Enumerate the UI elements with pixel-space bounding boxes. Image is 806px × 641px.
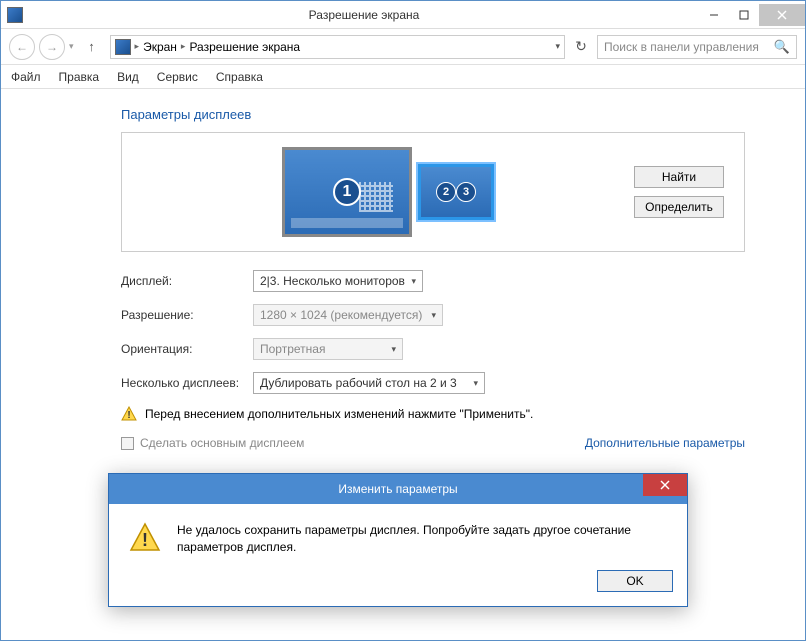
multiple-value: Дублировать рабочий стол на 2 и 3 (260, 376, 457, 390)
primary-display-row: Сделать основным дисплеем Дополнительные… (121, 436, 745, 450)
resolution-row: Разрешение: 1280 × 1024 (рекомендуется) … (121, 304, 745, 326)
monitor-1-grid-icon (359, 182, 393, 212)
warning-icon: ! (129, 522, 161, 554)
dialog-title: Изменить параметры (338, 482, 457, 496)
display-row: Дисплей: 2|3. Несколько мониторов ▾ (121, 270, 745, 292)
close-button[interactable] (759, 4, 805, 26)
multiple-displays-row: Несколько дисплеев: Дублировать рабочий … (121, 372, 745, 394)
chevron-down-icon: ▾ (411, 276, 416, 287)
menu-service[interactable]: Сервис (157, 70, 198, 84)
refresh-button[interactable]: ↻ (569, 35, 593, 59)
multiple-displays-select[interactable]: Дублировать рабочий стол на 2 и 3 ▾ (253, 372, 485, 394)
menu-help[interactable]: Справка (216, 70, 263, 84)
menu-bar: Файл Правка Вид Сервис Справка (1, 65, 805, 89)
svg-text:!: ! (142, 530, 148, 550)
display-value: 2|3. Несколько мониторов (260, 274, 405, 288)
detect-button[interactable]: Определить (634, 196, 724, 218)
dialog-message: Не удалось сохранить параметры дисплея. … (177, 522, 667, 556)
apply-warning: ! Перед внесением дополнительных изменен… (121, 406, 745, 422)
address-dropdown-icon[interactable]: ▾ (555, 41, 560, 52)
dialog-titlebar: Изменить параметры (109, 474, 687, 504)
monitor-1[interactable]: 1 (282, 147, 412, 237)
menu-view[interactable]: Вид (117, 70, 139, 84)
dialog-footer: OK (109, 570, 687, 606)
display-icon (115, 39, 131, 55)
monitor-1-taskbar (291, 218, 403, 228)
search-placeholder: Поиск в панели управления (604, 40, 759, 54)
chevron-down-icon: ▾ (431, 310, 436, 321)
search-icon: 🔍 (774, 39, 790, 55)
resolution-label: Разрешение: (121, 308, 253, 322)
resolution-value: 1280 × 1024 (рекомендуется) (260, 308, 422, 322)
breadcrumb-resolution[interactable]: Разрешение экрана (189, 40, 300, 54)
search-input[interactable]: Поиск в панели управления 🔍 (597, 35, 797, 59)
address-bar[interactable]: ▸ Экран ▸ Разрешение экрана ▾ (110, 35, 565, 59)
titlebar: Разрешение экрана (1, 1, 805, 29)
forward-button[interactable]: → (39, 34, 65, 60)
monitors-preview[interactable]: 1 2 3 (142, 147, 634, 237)
monitor-2-3[interactable]: 2 3 (418, 164, 494, 220)
chevron-right-icon: ▸ (181, 41, 186, 52)
svg-text:!: ! (127, 410, 130, 421)
monitor-2-number: 2 (436, 182, 456, 202)
menu-edit[interactable]: Правка (59, 70, 100, 84)
orientation-row: Ориентация: Портретная ▾ (121, 338, 745, 360)
window-title: Разрешение экрана (29, 8, 699, 22)
orientation-label: Ориентация: (121, 342, 253, 356)
back-button[interactable]: ← (9, 34, 35, 60)
resolution-select: 1280 × 1024 (рекомендуется) ▾ (253, 304, 443, 326)
orientation-value: Портретная (260, 342, 325, 356)
primary-display-checkbox (121, 437, 134, 450)
page-heading: Параметры дисплеев (121, 107, 745, 122)
find-button[interactable]: Найти (634, 166, 724, 188)
warning-text: Перед внесением дополнительных изменений… (145, 407, 533, 421)
chevron-down-icon: ▾ (473, 378, 478, 389)
error-dialog: Изменить параметры ! Не удалось сохранит… (108, 473, 688, 607)
up-button[interactable]: ↑ (82, 37, 102, 57)
advanced-settings-link[interactable]: Дополнительные параметры (585, 436, 745, 450)
ok-button[interactable]: OK (597, 570, 673, 592)
navigation-bar: ← → ▾ ↑ ▸ Экран ▸ Разрешение экрана ▾ ↻ … (1, 29, 805, 65)
display-label: Дисплей: (121, 274, 253, 288)
dialog-close-button[interactable] (643, 474, 687, 496)
primary-display-label: Сделать основным дисплеем (140, 436, 304, 450)
breadcrumb-screen[interactable]: Экран (143, 40, 177, 54)
multiple-label: Несколько дисплеев: (121, 376, 253, 390)
display-arrangement-box: 1 2 3 Найти Определить (121, 132, 745, 252)
arrangement-buttons: Найти Определить (634, 166, 724, 218)
warning-icon: ! (121, 406, 137, 422)
chevron-right-icon: ▸ (135, 41, 140, 52)
minimize-button[interactable] (699, 4, 729, 26)
history-dropdown-icon[interactable]: ▾ (69, 41, 74, 52)
display-select[interactable]: 2|3. Несколько мониторов ▾ (253, 270, 423, 292)
orientation-select: Портретная ▾ (253, 338, 403, 360)
monitor-1-number: 1 (333, 178, 361, 206)
menu-file[interactable]: Файл (11, 70, 41, 84)
dialog-body: ! Не удалось сохранить параметры дисплея… (109, 504, 687, 570)
window-controls (699, 4, 805, 26)
window-icon (7, 7, 23, 23)
chevron-down-icon: ▾ (391, 344, 396, 355)
monitor-3-number: 3 (456, 182, 476, 202)
maximize-button[interactable] (729, 4, 759, 26)
